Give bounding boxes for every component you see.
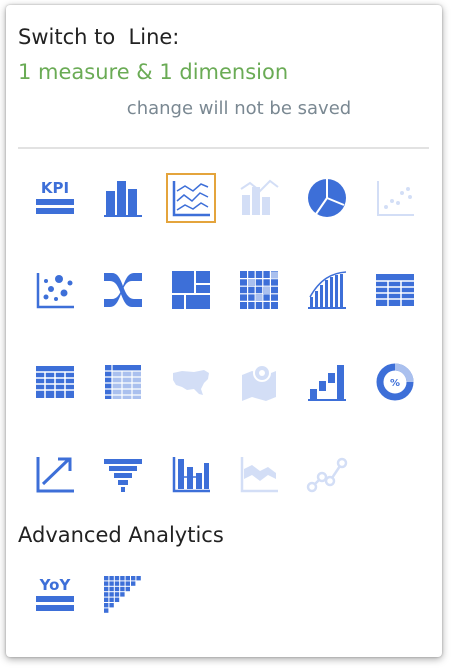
chart-option-area[interactable]	[234, 449, 284, 499]
cohort-cell	[131, 581, 136, 586]
cohort-cell	[104, 592, 109, 597]
cohort-cell	[125, 586, 130, 592]
cohort-cell	[120, 586, 125, 592]
chart-option-pivot-table[interactable]	[30, 357, 80, 407]
chart-option-scatter[interactable]	[370, 173, 420, 223]
heatmap-icon	[240, 271, 278, 309]
chart-option-geo-map[interactable]	[234, 357, 284, 407]
cohort-cell	[114, 586, 120, 592]
donut-percent-label: %	[390, 378, 400, 389]
kpi-icon-label: KPI	[41, 179, 69, 197]
yoy-icon-label: YoY	[39, 576, 72, 594]
cohort-cell	[109, 576, 114, 581]
boxplot-icon	[172, 457, 210, 493]
advanced-analytics-heading: Advanced Analytics	[18, 523, 224, 547]
waterfall-icon	[308, 365, 346, 401]
chart-option-donut-percent[interactable]: %	[370, 357, 420, 407]
chart-option-sankey[interactable]	[98, 265, 148, 315]
cohort-cell	[104, 586, 109, 592]
cohort-cell	[114, 592, 120, 597]
cohort-cell	[120, 576, 125, 581]
chart-option-pie[interactable]	[302, 173, 352, 223]
cohort-cell	[114, 597, 120, 602]
trend-arrow-icon	[36, 457, 74, 493]
chart-option-bar[interactable]	[98, 173, 148, 223]
chart-option-cohort[interactable]	[98, 570, 148, 620]
cohort-cell	[109, 603, 114, 608]
chart-option-boxplot[interactable]	[166, 449, 216, 499]
cohort-cell	[120, 592, 125, 597]
cohort-cell	[136, 576, 141, 581]
chart-option-yoy[interactable]: YoY	[30, 570, 80, 620]
cohort-cell	[114, 576, 120, 581]
cohort-cell	[104, 576, 109, 581]
cohort-cell	[109, 586, 114, 592]
chart-option-sticky-table[interactable]	[98, 357, 148, 407]
requirement-text: 1 measure & 1 dimension	[18, 60, 289, 84]
chart-option-heatmap[interactable]	[234, 265, 284, 315]
chart-option-treemap[interactable]	[166, 265, 216, 315]
pie-chart-icon	[308, 179, 346, 217]
cohort-cell	[120, 581, 125, 586]
cohort-cell	[104, 597, 109, 602]
chart-option-table[interactable]	[370, 265, 420, 315]
save-note: change will not be saved	[126, 98, 352, 119]
combo-chart-icon	[240, 179, 279, 215]
chart-option-pareto[interactable]	[302, 265, 352, 315]
treemap-icon	[172, 271, 210, 309]
cohort-cell	[109, 592, 114, 597]
chart-option-trend[interactable]	[30, 449, 80, 499]
us-map-icon	[173, 370, 209, 395]
sankey-icon	[104, 273, 142, 307]
divider	[18, 147, 429, 149]
cohort-cell	[104, 603, 109, 608]
donut-percent-icon: %	[376, 363, 414, 401]
chart-option-combo[interactable]	[234, 173, 284, 223]
cohort-cell	[109, 597, 114, 602]
cohort-cell	[104, 581, 109, 586]
cohort-cell	[104, 608, 109, 613]
line-chart-icon	[172, 181, 210, 217]
cohort-cell	[125, 576, 130, 581]
scatter-plot-icon	[377, 181, 414, 216]
bar-chart-icon	[104, 181, 142, 217]
yoy-icon: YoY	[36, 576, 74, 611]
cohort-cell	[125, 581, 130, 586]
table-icon	[376, 274, 414, 306]
chart-option-us-map[interactable]	[166, 357, 216, 407]
chart-option-line[interactable]	[166, 173, 216, 223]
pareto-icon	[308, 271, 347, 309]
area-chart-icon	[240, 457, 278, 493]
cohort-cell	[131, 576, 136, 581]
bubble-chart-icon	[36, 273, 74, 309]
chart-option-bubble[interactable]	[30, 265, 80, 315]
cohort-icon	[104, 576, 141, 613]
chart-switcher-panel: Switch to Line: 1 measure & 1 dimension …	[6, 5, 442, 657]
funnel-icon	[104, 459, 142, 492]
chart-option-kpi[interactable]: KPI	[30, 173, 80, 223]
sticky-table-icon	[105, 365, 141, 399]
chart-option-funnel[interactable]	[98, 449, 148, 499]
switch-to-title: Switch to Line:	[18, 25, 180, 49]
chart-option-waterfall[interactable]	[302, 357, 352, 407]
cohort-cell	[109, 581, 114, 586]
geo-map-icon	[242, 364, 276, 401]
kpi-icon: KPI	[36, 179, 74, 214]
cohort-cell	[114, 581, 120, 586]
pivot-table-icon	[36, 366, 74, 398]
network-line-icon	[306, 457, 348, 493]
chart-option-network-line[interactable]	[302, 449, 352, 499]
